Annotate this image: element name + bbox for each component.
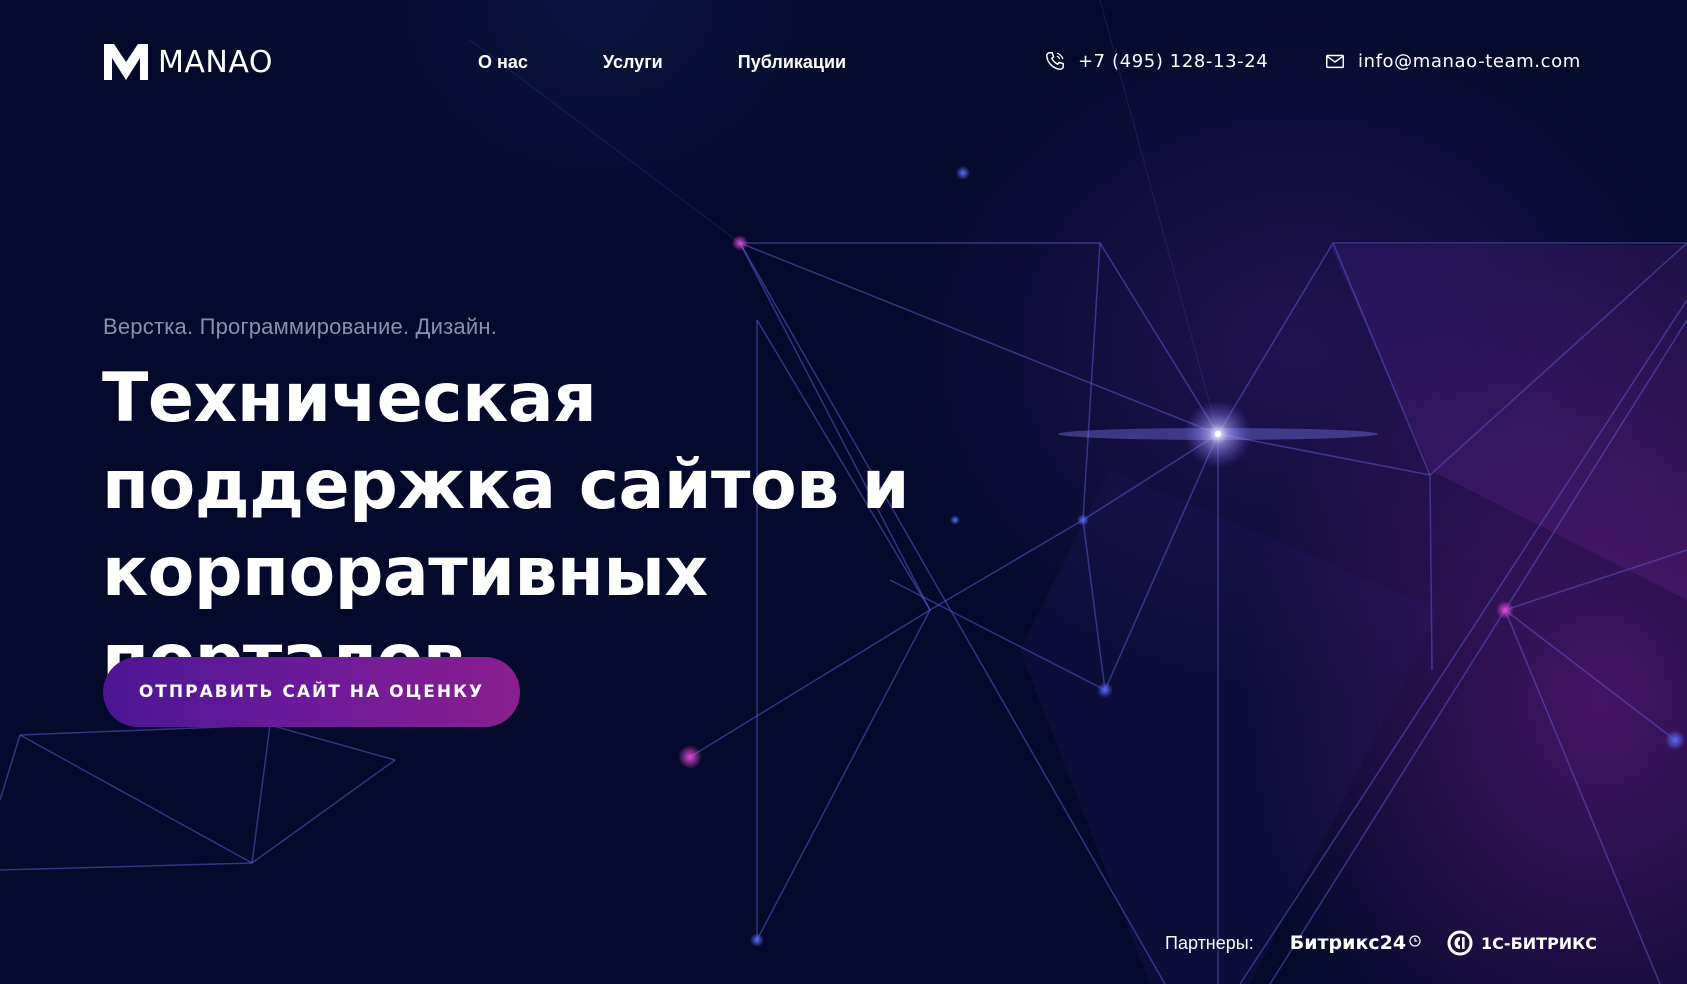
nav-item-publications[interactable]: Публикации	[738, 52, 846, 73]
mesh-node	[1097, 682, 1113, 698]
1c-bitrix-icon	[1447, 930, 1473, 956]
email-link[interactable]: info@manao-team.com	[1324, 50, 1581, 72]
email-address: info@manao-team.com	[1358, 50, 1581, 72]
site-header: MANAO О нас Услуги Публикации +7 (495) 1…	[0, 0, 1687, 128]
logo[interactable]: MANAO	[104, 44, 273, 80]
main-nav: О нас Услуги Публикации	[478, 52, 921, 73]
partner-bitrix24-logo[interactable]: Битрикс24	[1290, 932, 1421, 954]
manao-logo-icon	[104, 44, 148, 80]
hero-tagline: Верстка. Программирование. Дизайн.	[103, 314, 498, 339]
mesh-node	[1496, 601, 1514, 619]
logo-text: MANAO	[158, 44, 273, 80]
bitrix24-clock-icon	[1409, 935, 1421, 947]
partner-1c-bitrix-logo[interactable]: 1С-БИТРИКС	[1447, 930, 1597, 956]
phone-link[interactable]: +7 (495) 128-13-24	[1044, 50, 1268, 72]
partners-label: Партнеры:	[1165, 932, 1254, 953]
nav-item-services[interactable]: Услуги	[603, 52, 663, 73]
phone-number: +7 (495) 128-13-24	[1078, 50, 1269, 72]
mesh-plane	[1330, 245, 1687, 600]
send-site-for-evaluation-button[interactable]: ОТПРАВИТЬ САЙТ НА ОЦЕНКУ	[103, 657, 520, 727]
hero-headline: Техническая поддержка сайтов и корпорати…	[102, 359, 910, 699]
mesh-node	[732, 235, 748, 251]
partner-1c-bitrix-name: 1С-БИТРИКС	[1481, 933, 1597, 953]
phone-icon	[1046, 52, 1064, 70]
mesh-node	[750, 933, 764, 947]
partners-bar: Партнеры: Битрикс24 1С-БИТРИКС	[1165, 930, 1597, 956]
mail-icon	[1326, 54, 1344, 69]
mesh-node	[1077, 514, 1089, 526]
partner-bitrix24-name: Битрикс24	[1289, 932, 1407, 954]
mesh-node	[1665, 730, 1685, 750]
nav-item-about[interactable]: О нас	[478, 52, 528, 73]
mesh-plane	[1020, 470, 1440, 984]
mesh-node	[678, 745, 702, 769]
mesh-node	[956, 166, 970, 180]
